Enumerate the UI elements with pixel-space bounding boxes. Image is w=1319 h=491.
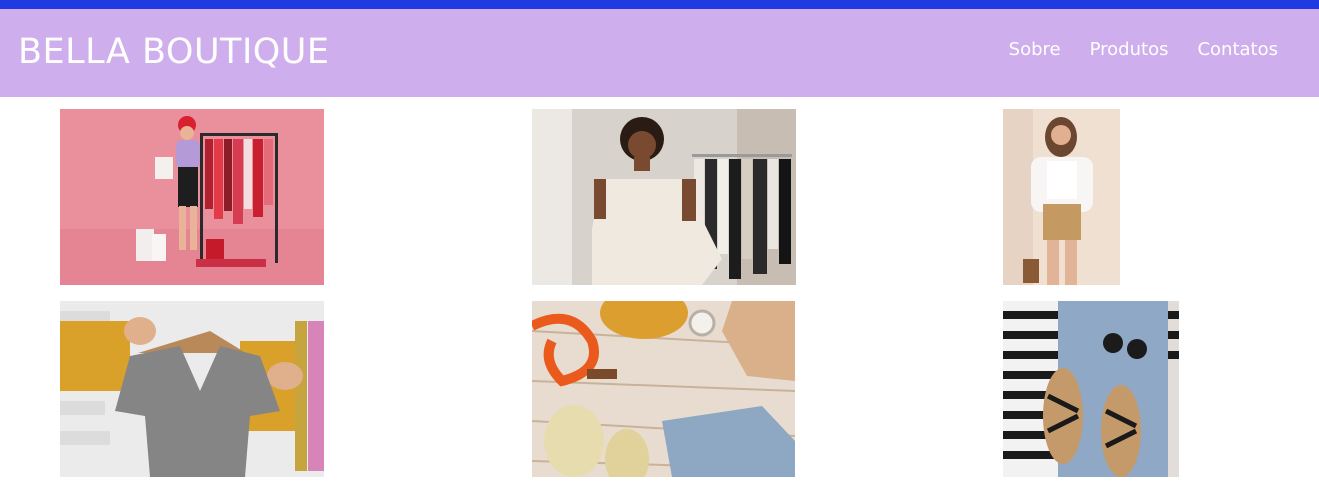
main-nav: Sobre Produtos Contatos <box>1009 38 1278 62</box>
brand-logo-text[interactable]: BELLA BOUTIQUE <box>18 31 330 73</box>
nav-link-produtos[interactable]: Produtos <box>1090 38 1169 62</box>
site-header: BELLA BOUTIQUE Sobre Produtos Contatos <box>0 9 1319 97</box>
top-accent-bar <box>0 0 1319 9</box>
flatlay-belt-shoes-jeans-photo[interactable] <box>532 301 795 477</box>
nav-link-sobre[interactable]: Sobre <box>1009 38 1061 62</box>
gray-tshirt-on-hanger-photo[interactable] <box>60 301 324 477</box>
flatlay-sandals-jeans-striped-top-photo[interactable] <box>1003 301 1179 477</box>
woman-white-top-khaki-shorts-photo[interactable] <box>1003 109 1120 285</box>
nav-link-contatos[interactable]: Contatos <box>1197 38 1278 62</box>
woman-holding-white-sweater-photo[interactable] <box>532 109 796 285</box>
woman-red-beret-clothing-rack-photo[interactable] <box>60 109 324 285</box>
